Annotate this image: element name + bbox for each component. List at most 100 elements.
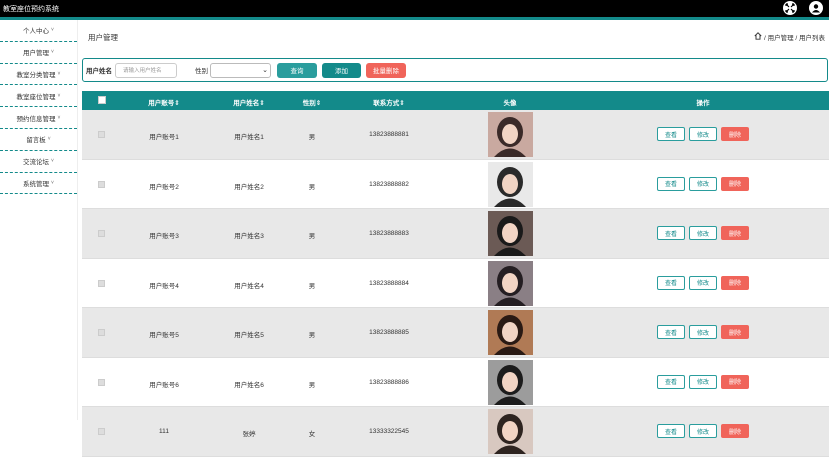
chevron-down-icon: ˅ <box>51 158 54 165</box>
batch-delete-button[interactable]: 批量删除 <box>366 62 406 78</box>
cell-gender: 男 <box>308 332 316 339</box>
query-button[interactable]: 查询 <box>277 62 317 78</box>
col-gender[interactable]: 性别⇕ <box>303 97 321 107</box>
delete-button[interactable]: 删除 <box>721 374 749 389</box>
edit-button[interactable]: 修改 <box>689 325 717 339</box>
delete-button[interactable]: 删除 <box>721 275 749 290</box>
user-avatar-photo <box>488 161 533 207</box>
gender-label: 性别 <box>195 68 208 75</box>
sidebar-item-label: 留言板 <box>26 137 46 145</box>
cell-contact: 13823888883 <box>369 230 409 237</box>
sidebar-item[interactable]: 个人中心 ˅ <box>0 20 77 42</box>
sidebar-item[interactable]: 交流论坛 ˅ <box>0 151 77 173</box>
edit-button[interactable]: 修改 <box>689 275 717 290</box>
chevron-down-icon: ˅ <box>57 70 61 77</box>
sidebar-item[interactable]: 系统管理 ˅ <box>0 173 77 195</box>
user-avatar-photo <box>488 112 533 157</box>
edit-button[interactable]: 修改 <box>689 226 717 240</box>
cell-account: 用户账号6 <box>149 381 179 389</box>
cell-account: 用户账号3 <box>149 233 179 240</box>
delete-button[interactable]: 删除 <box>721 127 749 141</box>
sidebar-item-label: 用户管理 <box>23 50 50 58</box>
breadcrumb: / 用户管理 / 用户列表 <box>754 32 825 42</box>
row-checkbox[interactable] <box>98 230 105 237</box>
sidebar-item[interactable]: 教室分类管理 ˅ <box>0 64 77 86</box>
chevron-down-icon: ˅ <box>51 49 54 56</box>
table-row: 用户账号6 用户姓名6 男 13823888886 查看 修改 删除 <box>82 357 829 407</box>
view-button[interactable]: 查看 <box>657 424 685 438</box>
cell-account: 用户账号2 <box>149 183 179 191</box>
cell-account: 用户账号5 <box>149 332 179 339</box>
sidebar-item[interactable]: 预约信息管理 ˅ <box>0 107 77 129</box>
chevron-down-icon: ˅ <box>47 136 51 143</box>
user-avatar-icon[interactable] <box>809 1 823 15</box>
search-panel: 用户姓名 请输入用户姓名 性别 ⌄ 查询 添加 批量删除 <box>82 58 828 82</box>
cell-name: 用户姓名1 <box>234 134 264 141</box>
row-checkbox[interactable] <box>98 428 105 435</box>
cell-contact: 13823888885 <box>369 329 409 336</box>
row-checkbox[interactable] <box>98 180 105 188</box>
cell-gender: 男 <box>308 134 316 141</box>
view-button[interactable]: 查看 <box>657 176 685 191</box>
edit-button[interactable]: 修改 <box>689 127 717 141</box>
gender-select[interactable]: ⌄ <box>210 62 271 78</box>
cell-name: 用户姓名6 <box>234 381 264 389</box>
delete-button[interactable]: 删除 <box>721 226 749 240</box>
delete-button[interactable]: 删除 <box>721 176 749 191</box>
sidebar-item[interactable]: 用户管理 ˅ <box>0 42 77 64</box>
sidebar-item-label: 个人中心 <box>23 28 50 36</box>
edit-button[interactable]: 修改 <box>689 374 717 389</box>
main-content: 用户管理 / 用户管理 / 用户列表 用户姓名 请输入用户姓名 性别 ⌄ 查询 … <box>82 20 829 457</box>
add-button[interactable]: 添加 <box>322 62 361 78</box>
table-header: 用户账号⇕ 用户姓名⇕ 性别⇕ 联系方式⇕ 头像 操作 <box>82 91 829 110</box>
col-account[interactable]: 用户账号⇕ <box>148 97 179 107</box>
chevron-down-icon: ˅ <box>57 114 61 121</box>
sidebar-item-label: 交流论坛 <box>23 159 50 167</box>
view-button[interactable]: 查看 <box>657 374 685 389</box>
user-avatar-photo <box>488 260 533 306</box>
chevron-down-icon: ˅ <box>51 179 54 186</box>
sidebar-item-label: 预约信息管理 <box>16 115 56 123</box>
row-checkbox[interactable] <box>98 279 105 287</box>
table-row: 111 张婷 女 13333322545 查看 修改 删除 <box>82 407 829 457</box>
top-bar: 教室座位预约系统 <box>0 0 829 17</box>
table-row: 用户账号2 用户姓名2 男 13823888882 查看 修改 删除 <box>82 159 829 209</box>
name-search-input[interactable]: 请输入用户姓名 <box>115 62 177 78</box>
home-icon[interactable] <box>754 32 762 42</box>
cell-name: 用户姓名4 <box>234 282 264 290</box>
edit-button[interactable]: 修改 <box>689 424 717 438</box>
sidebar-item-label: 教室座位管理 <box>16 93 56 101</box>
row-checkbox[interactable] <box>98 131 105 138</box>
view-button[interactable]: 查看 <box>657 127 685 141</box>
cell-name: 用户姓名2 <box>234 183 264 191</box>
table-row: 用户账号5 用户姓名5 男 13823888885 查看 修改 删除 <box>82 308 829 358</box>
row-checkbox[interactable] <box>98 378 105 386</box>
sidebar-item[interactable]: 留言板 ˅ <box>0 129 77 151</box>
fullscreen-icon[interactable] <box>783 1 797 15</box>
page-header: 用户管理 / 用户管理 / 用户列表 <box>82 20 829 52</box>
view-button[interactable]: 查看 <box>657 325 685 339</box>
col-contact[interactable]: 联系方式⇕ <box>373 97 404 107</box>
cell-account: 用户账号4 <box>149 282 179 290</box>
chevron-down-icon: ⌄ <box>262 66 268 74</box>
view-button[interactable]: 查看 <box>657 275 685 290</box>
cell-account: 用户账号1 <box>149 134 179 141</box>
table-row: 用户账号3 用户姓名3 男 13823888883 查看 修改 删除 <box>82 209 829 259</box>
cell-contact: 13823888881 <box>369 131 409 138</box>
delete-button[interactable]: 删除 <box>721 424 749 438</box>
user-avatar-photo <box>488 359 533 405</box>
col-name[interactable]: 用户姓名⇕ <box>233 97 264 107</box>
delete-button[interactable]: 删除 <box>721 325 749 339</box>
breadcrumb-text: / 用户管理 / 用户列表 <box>763 35 825 42</box>
cell-gender: 男 <box>308 183 316 191</box>
cell-gender: 男 <box>308 381 316 389</box>
select-all-checkbox[interactable] <box>98 96 106 104</box>
col-ops: 操作 <box>696 100 710 107</box>
cell-name: 用户姓名5 <box>234 332 264 339</box>
edit-button[interactable]: 修改 <box>689 176 717 191</box>
view-button[interactable]: 查看 <box>657 226 685 240</box>
cell-contact: 13823888886 <box>369 378 409 386</box>
sidebar-item[interactable]: 教室座位管理 ˅ <box>0 85 77 108</box>
row-checkbox[interactable] <box>98 329 105 336</box>
sidebar: 个人中心 ˅ 用户管理 ˅ 教室分类管理 ˅ 教室座位管理 ˅ 预约信息管理 ˅ 留言板 ˅ 交流论坛 ˅… <box>0 20 78 420</box>
